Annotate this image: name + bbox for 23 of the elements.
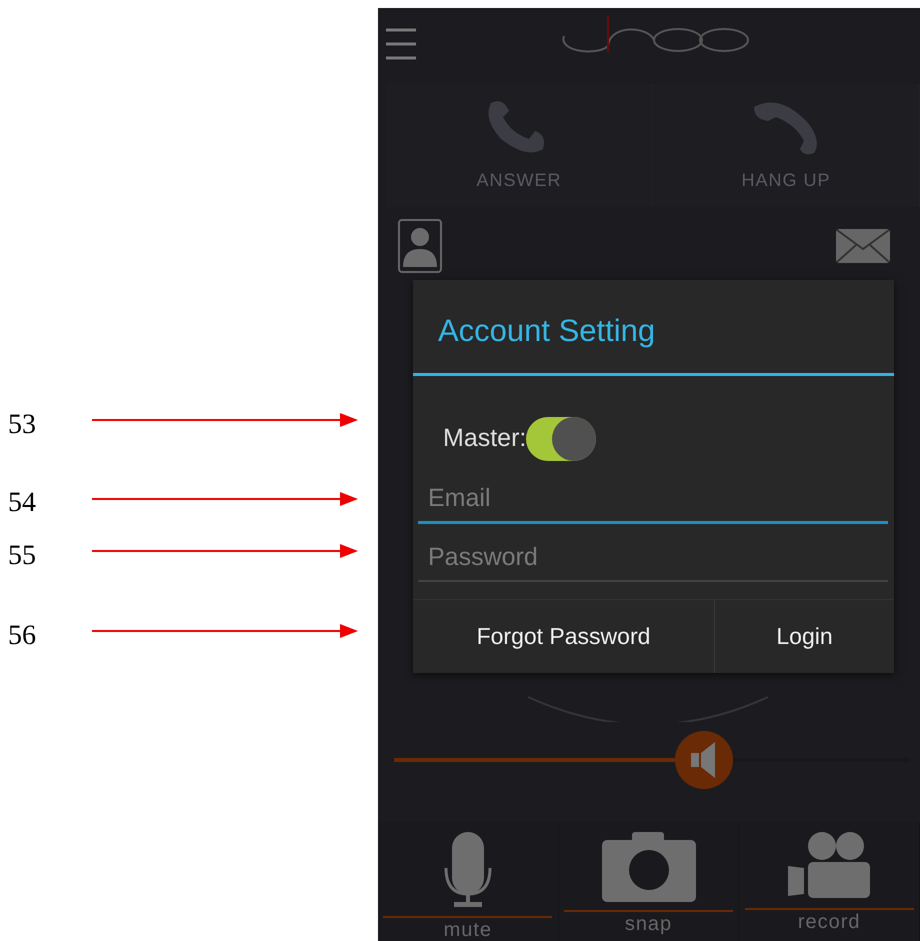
video-camera-icon (788, 832, 870, 900)
dialog-title: Account Setting (413, 280, 894, 376)
mail-icon[interactable] (836, 229, 890, 263)
action-button[interactable]: record (739, 822, 920, 941)
action-button[interactable]: mute (378, 822, 559, 941)
master-label: Master: (443, 423, 526, 454)
reference-number: 54 (8, 489, 36, 517)
call-button[interactable]: HANG UP (653, 84, 920, 207)
forgot-password-button[interactable]: Forgot Password (413, 600, 715, 673)
volume-slider[interactable] (394, 731, 910, 789)
email-field[interactable]: Email (418, 480, 888, 524)
speaker-icon (690, 742, 717, 778)
master-toggle[interactable] (526, 417, 596, 461)
menu-icon[interactable] (386, 27, 416, 61)
action-button[interactable]: snap (558, 822, 740, 941)
camera-icon (602, 832, 696, 902)
password-field[interactable]: Password (418, 538, 888, 582)
login-button[interactable]: Login (715, 600, 894, 673)
contact-icon[interactable] (398, 219, 442, 273)
reference-number: 56 (8, 622, 36, 650)
reference-number: 55 (8, 542, 36, 570)
reference-number: 53 (8, 411, 36, 439)
call-button[interactable]: ANSWER (386, 84, 653, 207)
